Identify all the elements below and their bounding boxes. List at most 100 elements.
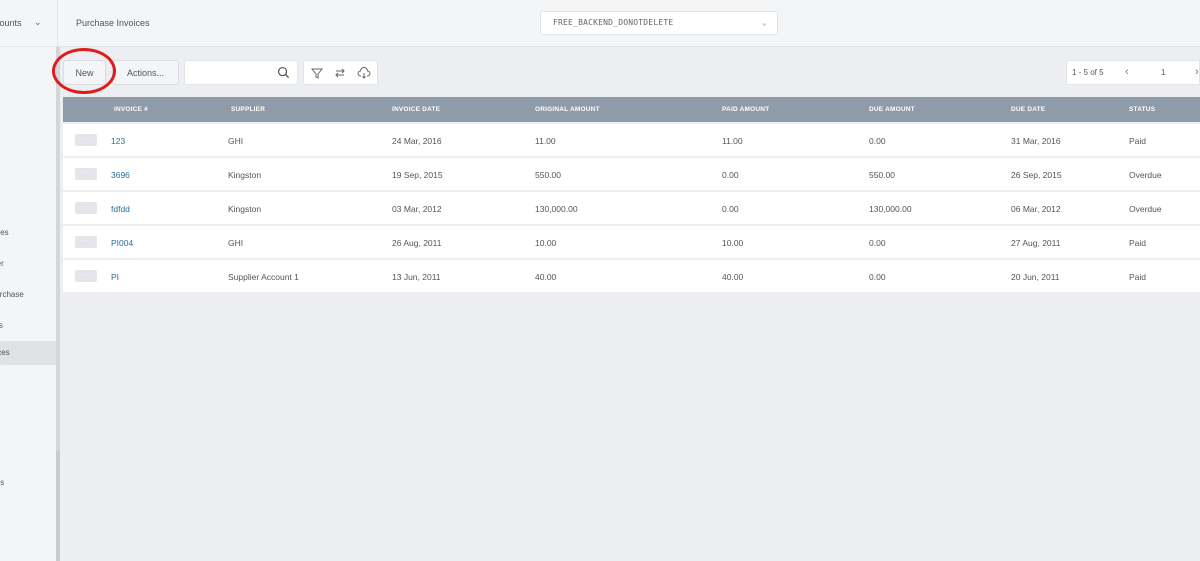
sidebar-item-label: Purchase — [0, 290, 24, 299]
column-header[interactable]: DUE DATE — [1011, 106, 1045, 113]
due-amount-cell: 0.00 — [869, 136, 886, 146]
due-amount-cell: 0.00 — [869, 272, 886, 282]
supplier-cell: Supplier Account 1 — [228, 272, 299, 282]
cloud-download-icon[interactable] — [357, 66, 371, 80]
due-date-cell: 06 Mar, 2012 — [1011, 204, 1061, 214]
paid-amount-cell: 40.00 — [722, 272, 744, 282]
actions-button-label: Actions... — [126, 67, 164, 78]
sidebar-item-label: ices — [0, 478, 5, 487]
search-icon[interactable] — [277, 66, 290, 79]
sidebar-item[interactable]: lers — [0, 315, 47, 337]
sidebar-scrollbar-thumb[interactable] — [56, 451, 60, 561]
status-cell: Overdue — [1129, 204, 1162, 214]
column-header[interactable]: PAID AMOUNT — [722, 106, 769, 113]
original-amount-cell: 11.00 — [535, 136, 556, 146]
original-amount-cell: 40.00 — [535, 272, 557, 282]
sidebar-item-active[interactable]: oices — [0, 341, 57, 365]
sidebar-item[interactable]: oices — [0, 222, 47, 244]
invoice-number-link[interactable]: 3696 — [111, 170, 130, 180]
table-row[interactable]: ··· PI Supplier Account 1 13 Jun, 2011 4… — [63, 260, 1200, 292]
status-cell: Paid — [1129, 272, 1147, 282]
table-row[interactable]: ··· PI004 GHI 26 Aug, 2011 10.00 10.00 0… — [63, 226, 1200, 258]
invoice-number-link[interactable]: fdfdd — [111, 204, 130, 214]
more-options-button[interactable]: ··· — [75, 134, 97, 146]
sidebar-item[interactable]: ter — [0, 408, 47, 430]
divider — [57, 0, 58, 47]
supplier-cell: GHI — [228, 136, 244, 146]
chevron-down-icon: ⌄ — [34, 17, 42, 27]
highlight-circle — [52, 48, 116, 94]
due-date-cell: 20 Jun, 2011 — [1011, 272, 1060, 282]
app-switcher-label: counts — [0, 18, 22, 28]
invoice-date-cell: 19 Sep, 2015 — [392, 170, 443, 180]
paid-amount-cell: 10.00 — [722, 238, 744, 248]
company-select-value: FREE_BACKEND_DONOTDELETE — [553, 18, 674, 27]
due-amount-cell: 130,000.00 — [869, 204, 912, 214]
sidebar-item[interactable]: nter — [0, 253, 47, 275]
invoice-number-link[interactable]: PI — [111, 272, 119, 282]
sidebar-item-label: nter — [0, 259, 4, 268]
supplier-cell: GHI — [228, 238, 244, 248]
app-switcher[interactable]: counts ⌄ — [0, 0, 57, 47]
filter-icon[interactable] — [310, 66, 324, 80]
page-title: Purchase Invoices — [76, 18, 150, 28]
invoice-table: INVOICE # SUPPLIER INVOICE DATE ORIGINAL… — [63, 97, 1200, 292]
column-header[interactable]: DUE AMOUNT — [869, 106, 915, 113]
chevron-left-icon[interactable]: ‹ — [1125, 66, 1129, 78]
due-date-cell: 27 Aug, 2011 — [1011, 238, 1061, 248]
original-amount-cell: 10.00 — [535, 238, 557, 248]
column-header[interactable]: STATUS — [1129, 106, 1155, 113]
top-bar: counts ⌄ Purchase Invoices FREE_BACKEND_… — [0, 0, 1200, 47]
more-options-button[interactable]: ··· — [75, 236, 97, 248]
sidebar-item-label: oices — [0, 348, 10, 357]
table-row[interactable]: ··· 3696 Kingston 19 Sep, 2015 550.00 0.… — [63, 158, 1200, 190]
sidebar-item-label: oices — [0, 228, 9, 237]
sidebar-item[interactable]: s — [0, 191, 47, 213]
pager: 1 - 5 of 5 ‹ 1 › — [1066, 60, 1200, 85]
sidebar: s oices nter Purchase lers oices ls ter … — [0, 47, 57, 561]
status-cell: Overdue — [1129, 170, 1162, 180]
table-row[interactable]: ··· 123 GHI 24 Mar, 2016 11.00 11.00 0.0… — [63, 124, 1200, 156]
chevron-down-icon: ⌄ — [761, 18, 767, 27]
sidebar-item[interactable]: Purchase — [0, 284, 47, 306]
invoice-number-link[interactable]: 123 — [111, 136, 125, 146]
more-options-button[interactable]: ··· — [75, 202, 97, 214]
paid-amount-cell: 11.00 — [722, 136, 743, 146]
paid-amount-cell: 0.00 — [722, 170, 739, 180]
sidebar-item-label: lers — [0, 321, 3, 330]
original-amount-cell: 130,000.00 — [535, 204, 578, 214]
due-amount-cell: 550.00 — [869, 170, 895, 180]
due-date-cell: 26 Sep, 2015 — [1011, 170, 1062, 180]
more-options-button[interactable]: ··· — [75, 168, 97, 180]
column-header[interactable]: SUPPLIER — [231, 106, 265, 113]
status-cell: Paid — [1129, 238, 1147, 248]
original-amount-cell: 550.00 — [535, 170, 561, 180]
column-header[interactable]: INVOICE # — [114, 106, 148, 113]
view-tools — [303, 60, 378, 85]
sidebar-item[interactable]: ices — [0, 472, 47, 494]
chevron-right-icon[interactable]: › — [1195, 66, 1199, 78]
invoice-number-link[interactable]: PI004 — [111, 238, 133, 248]
page-number[interactable]: 1 — [1161, 68, 1165, 77]
search-input[interactable] — [189, 61, 274, 83]
actions-button[interactable]: Actions... — [112, 60, 179, 85]
table-row[interactable]: ··· fdfdd Kingston 03 Mar, 2012 130,000.… — [63, 192, 1200, 224]
column-header[interactable]: ORIGINAL AMOUNT — [535, 106, 600, 113]
pager-info: 1 - 5 of 5 — [1072, 68, 1104, 77]
supplier-cell: Kingston — [228, 170, 262, 180]
supplier-cell: Kingston — [228, 204, 262, 214]
invoice-date-cell: 24 Mar, 2016 — [392, 136, 442, 146]
swap-icon[interactable] — [333, 66, 347, 80]
sidebar-item[interactable]: ls — [0, 377, 47, 399]
more-options-button[interactable]: ··· — [75, 270, 97, 282]
status-cell: Paid — [1129, 136, 1147, 146]
due-amount-cell: 0.00 — [869, 238, 886, 248]
sidebar-scrollbar[interactable] — [56, 47, 60, 451]
column-header[interactable]: INVOICE DATE — [392, 106, 440, 113]
sidebar-item[interactable]: ns — [0, 503, 47, 525]
paid-amount-cell: 0.00 — [722, 204, 739, 214]
search-box — [184, 60, 298, 85]
company-select[interactable]: FREE_BACKEND_DONOTDELETE ⌄ — [540, 11, 778, 35]
table-header: INVOICE # SUPPLIER INVOICE DATE ORIGINAL… — [63, 97, 1200, 122]
due-date-cell: 31 Mar, 2016 — [1011, 136, 1061, 146]
